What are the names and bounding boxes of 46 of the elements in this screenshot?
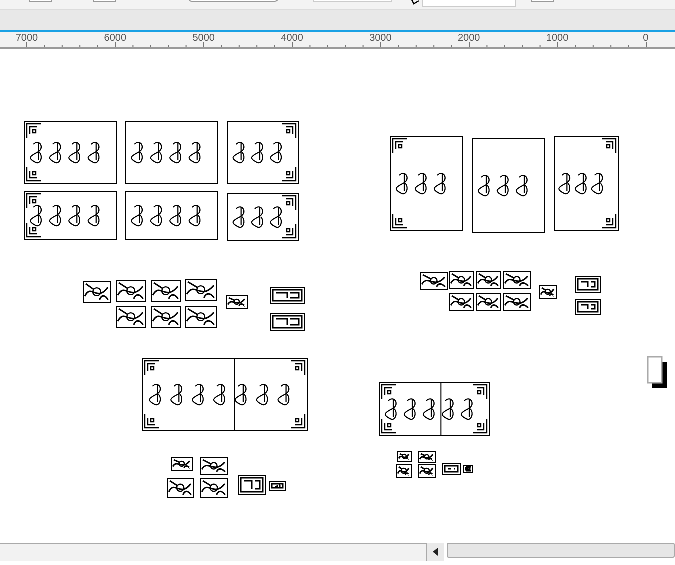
pattern-tile-drawing (449, 293, 474, 311)
pattern-tile-drawing (151, 280, 181, 302)
pattern-tile-drawing (476, 293, 501, 311)
fretwork-tile-drawing (575, 299, 601, 315)
pattern-tile-drawing (503, 293, 531, 311)
carving-panel-drawing (227, 121, 299, 184)
pattern-tile-drawing (226, 295, 248, 309)
pattern-tile-drawing (116, 306, 146, 328)
pattern-tile-drawing (167, 478, 194, 498)
pattern-tile-drawing (418, 451, 436, 463)
pattern-tile-drawing (418, 464, 436, 478)
ruler-label: 4000 (280, 33, 304, 44)
fretwork-tile-drawing (463, 465, 473, 473)
fretwork-tile-drawing (575, 276, 601, 293)
ruler-label: 7000 (14, 33, 40, 44)
fretwork-tile-drawing (238, 475, 266, 495)
page-icon[interactable] (647, 356, 667, 388)
carving-panel-drawing (227, 193, 299, 241)
pattern-tile-drawing (503, 271, 531, 289)
scrollbar-thumb[interactable] (447, 543, 675, 558)
pattern-tile-drawing (185, 306, 217, 328)
pattern-tile-drawing (539, 285, 557, 299)
pattern-tile-drawing (151, 306, 181, 328)
pattern-tile-drawing (200, 478, 228, 498)
fretwork-tile-drawing (269, 481, 286, 491)
pattern-tile-drawing (396, 464, 412, 478)
pattern-tile-drawing (171, 457, 193, 471)
pattern-tile-drawing (185, 279, 217, 301)
fretwork-tile-drawing (270, 287, 305, 304)
pattern-tile-drawing (476, 271, 501, 289)
ruler-label: 6000 (103, 33, 128, 44)
fretwork-tile-drawing (270, 313, 305, 331)
pattern-tile-drawing (449, 271, 474, 289)
pattern-tile-drawing (420, 272, 448, 290)
pattern-tile-drawing (83, 281, 111, 303)
ruler-label: 0 (642, 33, 650, 44)
left-arrow-icon (433, 548, 438, 556)
scroll-left-button[interactable] (427, 543, 444, 561)
ruler-label: 1000 (545, 33, 570, 44)
fretwork-tile-drawing (442, 463, 461, 475)
pattern-tile-drawing (116, 280, 146, 302)
pattern-tile-drawing (397, 451, 412, 462)
pattern-tile-drawing (200, 457, 228, 475)
ruler-label: 2000 (456, 33, 482, 44)
ruler-label: 5000 (192, 33, 216, 44)
ruler-label: 3000 (368, 33, 393, 44)
